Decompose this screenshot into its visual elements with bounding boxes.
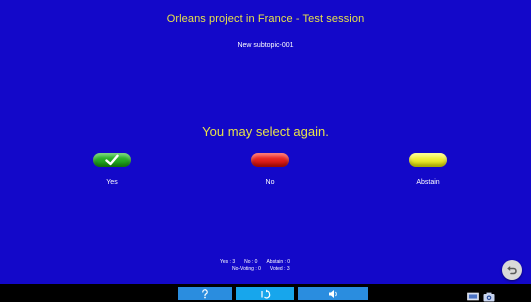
voting-screen: Orleans project in France - Test session…	[0, 0, 531, 302]
back-arrow-icon	[507, 266, 517, 275]
camera-icon	[483, 292, 495, 302]
screen-button[interactable]	[467, 289, 479, 301]
tally-row: Yes : 3 No : 0 Abstain : 0	[200, 259, 340, 266]
no-label: No	[265, 179, 275, 186]
reload-icon	[260, 289, 270, 298]
bottom-toolbar	[0, 284, 531, 302]
question-icon	[202, 288, 208, 298]
camera-button[interactable]	[483, 289, 495, 302]
yes-button[interactable]	[93, 153, 131, 167]
reload-button[interactable]	[236, 287, 294, 300]
tally-abstain: Abstain : 0	[266, 259, 291, 265]
abstain-button[interactable]	[409, 153, 447, 167]
yes-label: Yes	[106, 179, 118, 186]
sound-button[interactable]	[298, 287, 368, 300]
tally-yes: Yes : 3	[220, 259, 236, 265]
session-title: Orleans project in France - Test session	[166, 13, 365, 25]
back-button[interactable]	[502, 260, 522, 280]
subtopic-title: New subtopic-001	[237, 42, 294, 49]
tally-voted: Voted : 3	[269, 266, 290, 272]
speaker-icon	[328, 289, 337, 298]
checkmark-icon	[105, 154, 119, 166]
vote-prompt: You may select again.	[202, 124, 329, 139]
tally-no-voting: No-Voting : 0	[232, 266, 261, 272]
screen-icon	[467, 292, 479, 301]
no-button[interactable]	[251, 153, 289, 167]
help-button[interactable]	[178, 287, 232, 300]
abstain-label: Abstain	[416, 179, 440, 186]
tally-row: No-Voting : 0 Voted : 3	[200, 266, 340, 273]
vote-tally: Yes : 3 No : 0 Abstain : 0 No-Voting : 0…	[200, 259, 340, 273]
tally-no: No : 0	[244, 259, 258, 265]
